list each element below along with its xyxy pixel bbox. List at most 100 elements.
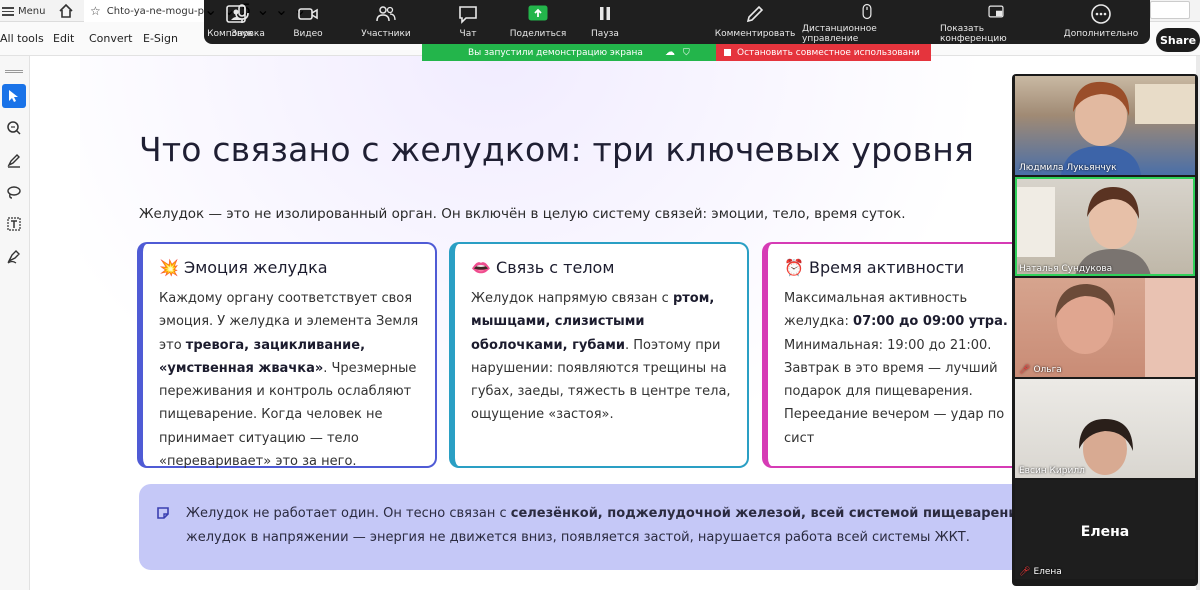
pen-icon xyxy=(7,154,20,168)
card-title: 👄 Связь с телом xyxy=(471,258,747,277)
participants-icon xyxy=(376,6,396,22)
card-title-text: Связь с телом xyxy=(496,258,615,277)
participants-label: Участники xyxy=(361,29,411,39)
participant-name: Наталья Сундукова xyxy=(1019,264,1113,274)
participant-video-feed xyxy=(1061,81,1195,175)
chat-label: Чат xyxy=(459,29,477,39)
layout-icon xyxy=(226,5,246,23)
card-body-link: 👄 Связь с телом Желудок напрямую связан … xyxy=(449,242,749,468)
note-text-bold: селезёнкой, поджелудочной железой, всей … xyxy=(510,506,1026,521)
menu-e-sign[interactable]: E-Sign xyxy=(143,32,178,45)
remote-control-button[interactable]: Дистанционное управление xyxy=(802,0,932,44)
card-body: Желудок напрямую связан с ртом, мышцами,… xyxy=(471,287,733,427)
share-label: Поделиться xyxy=(509,29,567,39)
drag-handle-icon[interactable] xyxy=(5,70,23,73)
menu-edit[interactable]: Edit xyxy=(53,32,74,45)
note-icon xyxy=(157,507,169,519)
chevron-down-icon[interactable]: ⌄ xyxy=(275,0,288,19)
comment-tool[interactable] xyxy=(2,116,26,140)
share-button[interactable]: Share xyxy=(1156,28,1200,52)
menu-button[interactable]: Menu xyxy=(0,0,45,22)
zoom-control-bar: Звук ⌄ Видео ⌄ Участники 5 ⌄ Чат ⌄ Подел… xyxy=(204,0,1150,44)
stop-icon xyxy=(724,49,731,56)
card-title-text: Эмоция желудка xyxy=(184,258,328,277)
home-button[interactable] xyxy=(57,2,75,20)
chat-button[interactable]: Чат xyxy=(452,0,484,44)
hamburger-icon xyxy=(2,6,14,16)
share-screen-button[interactable]: Поделиться xyxy=(508,0,568,44)
card-emotion: 💥 Эмоция желудка Каждому органу соответс… xyxy=(137,242,437,470)
participant-tile[interactable]: 🎤︎ Ольга xyxy=(1015,278,1195,377)
more-button[interactable]: Дополнительно xyxy=(1062,0,1140,44)
document-tab[interactable]: ☆ Chto-ya-ne-mogu-pe xyxy=(84,0,208,22)
video-button[interactable]: Видео xyxy=(290,0,326,44)
draw-tool[interactable] xyxy=(2,180,26,204)
mouse-icon xyxy=(862,3,872,20)
show-conference-icon xyxy=(988,5,1004,18)
cursor-arrow-icon xyxy=(9,90,18,102)
left-tools-rail xyxy=(0,56,30,590)
layout-button[interactable]: Компоновка xyxy=(204,0,268,44)
participant-video-feed xyxy=(1079,419,1133,475)
comment-icon xyxy=(7,121,21,135)
fountain-pen-icon xyxy=(7,250,20,264)
participant-name: Ольга xyxy=(1033,365,1062,375)
select-tool[interactable] xyxy=(2,84,26,108)
participant-name: Людмила Лукьянчук xyxy=(1019,163,1117,173)
text-box-icon xyxy=(7,217,21,231)
annotate-button[interactable]: Комментировать xyxy=(715,0,795,44)
home-icon xyxy=(59,3,73,18)
highlight-tool[interactable] xyxy=(2,148,26,172)
participant-tile-video-off[interactable]: Елена 🎤︎ Елена xyxy=(1015,480,1195,579)
lips-icon: 👄 xyxy=(471,258,491,277)
participant-name: Евсин Кирилл xyxy=(1019,466,1085,476)
card-text: . Чрезмерные переживания и контроль осла… xyxy=(159,360,417,470)
video-camera-icon xyxy=(298,8,318,20)
menu-convert[interactable]: Convert xyxy=(89,32,133,45)
note-text: Желудок не работает один. Он тесно связа… xyxy=(186,506,511,521)
cloud-icon: ☁ xyxy=(664,47,675,58)
sign-tool[interactable] xyxy=(2,244,26,268)
participant-display-name: Елена xyxy=(1080,524,1130,540)
document-tab-title: Chto-ya-ne-mogu-pe xyxy=(106,5,208,17)
card-title: 💥 Эмоция желудка xyxy=(159,258,435,277)
participant-video-feed xyxy=(1015,187,1151,276)
intro-paragraph: Желудок — это не изолированный орган. Он… xyxy=(139,206,906,222)
participants-button[interactable]: Участники xyxy=(356,0,416,44)
participant-video-panel: Людмила Лукьянчук Наталья Сундукова 🎤︎ О… xyxy=(1012,74,1198,586)
mic-muted-icon: 🎤︎ xyxy=(1019,365,1031,375)
pause-button[interactable]: Пауза xyxy=(588,0,622,44)
document-page: Что связано с желудком: три ключевых уро… xyxy=(80,56,1120,590)
more-label: Дополнительно xyxy=(1063,29,1139,39)
participant-tile-active-speaker[interactable]: Наталья Сундукова xyxy=(1015,177,1195,276)
card-title-text: Время активности xyxy=(809,258,965,277)
pause-label: Пауза xyxy=(591,29,619,39)
star-icon[interactable]: ☆ xyxy=(90,4,101,18)
card-text: Желудок напрямую связан с xyxy=(471,291,673,306)
callout-note: Желудок не работает один. Он тесно связа… xyxy=(139,484,1120,570)
video-label: Видео xyxy=(293,29,323,39)
more-dots-icon xyxy=(1091,4,1111,24)
remote-control-label: Дистанционное управление xyxy=(802,24,877,44)
menu-all-tools[interactable]: All tools xyxy=(0,32,44,45)
participant-name: Елена xyxy=(1033,567,1062,577)
show-conference-button[interactable]: Показать конференцию xyxy=(940,0,1052,44)
lasso-icon xyxy=(7,186,21,199)
menu-label: Menu xyxy=(18,5,46,17)
chat-bubble-icon xyxy=(459,6,477,24)
pencil-icon xyxy=(746,5,764,23)
card-text: Минимальная: 19:00 до 21:00. Завтрак в э… xyxy=(784,337,1005,446)
stop-sharing-button[interactable]: Остановить совместное использовани xyxy=(716,44,931,61)
sharing-status-banner: Вы запустили демонстрацию экрана ☁ ⛉ xyxy=(422,44,716,61)
page-title: Что связано с желудком: три ключевых уро… xyxy=(139,130,975,169)
layout-label: Компоновка xyxy=(207,29,265,39)
participant-name-row: 🎤︎ Елена xyxy=(1019,567,1062,577)
mic-muted-icon: 🎤︎ xyxy=(1019,567,1031,577)
explosion-icon: 💥 xyxy=(159,258,179,277)
text-tool[interactable] xyxy=(2,212,26,236)
card-body: Максимальная активность желудка: 07:00 д… xyxy=(784,287,1034,450)
window-control[interactable] xyxy=(1150,1,1190,19)
participant-tile[interactable]: Евсин Кирилл xyxy=(1015,379,1195,478)
participant-tile[interactable]: Людмила Лукьянчук xyxy=(1015,76,1195,175)
participant-video-feed xyxy=(1055,278,1195,377)
